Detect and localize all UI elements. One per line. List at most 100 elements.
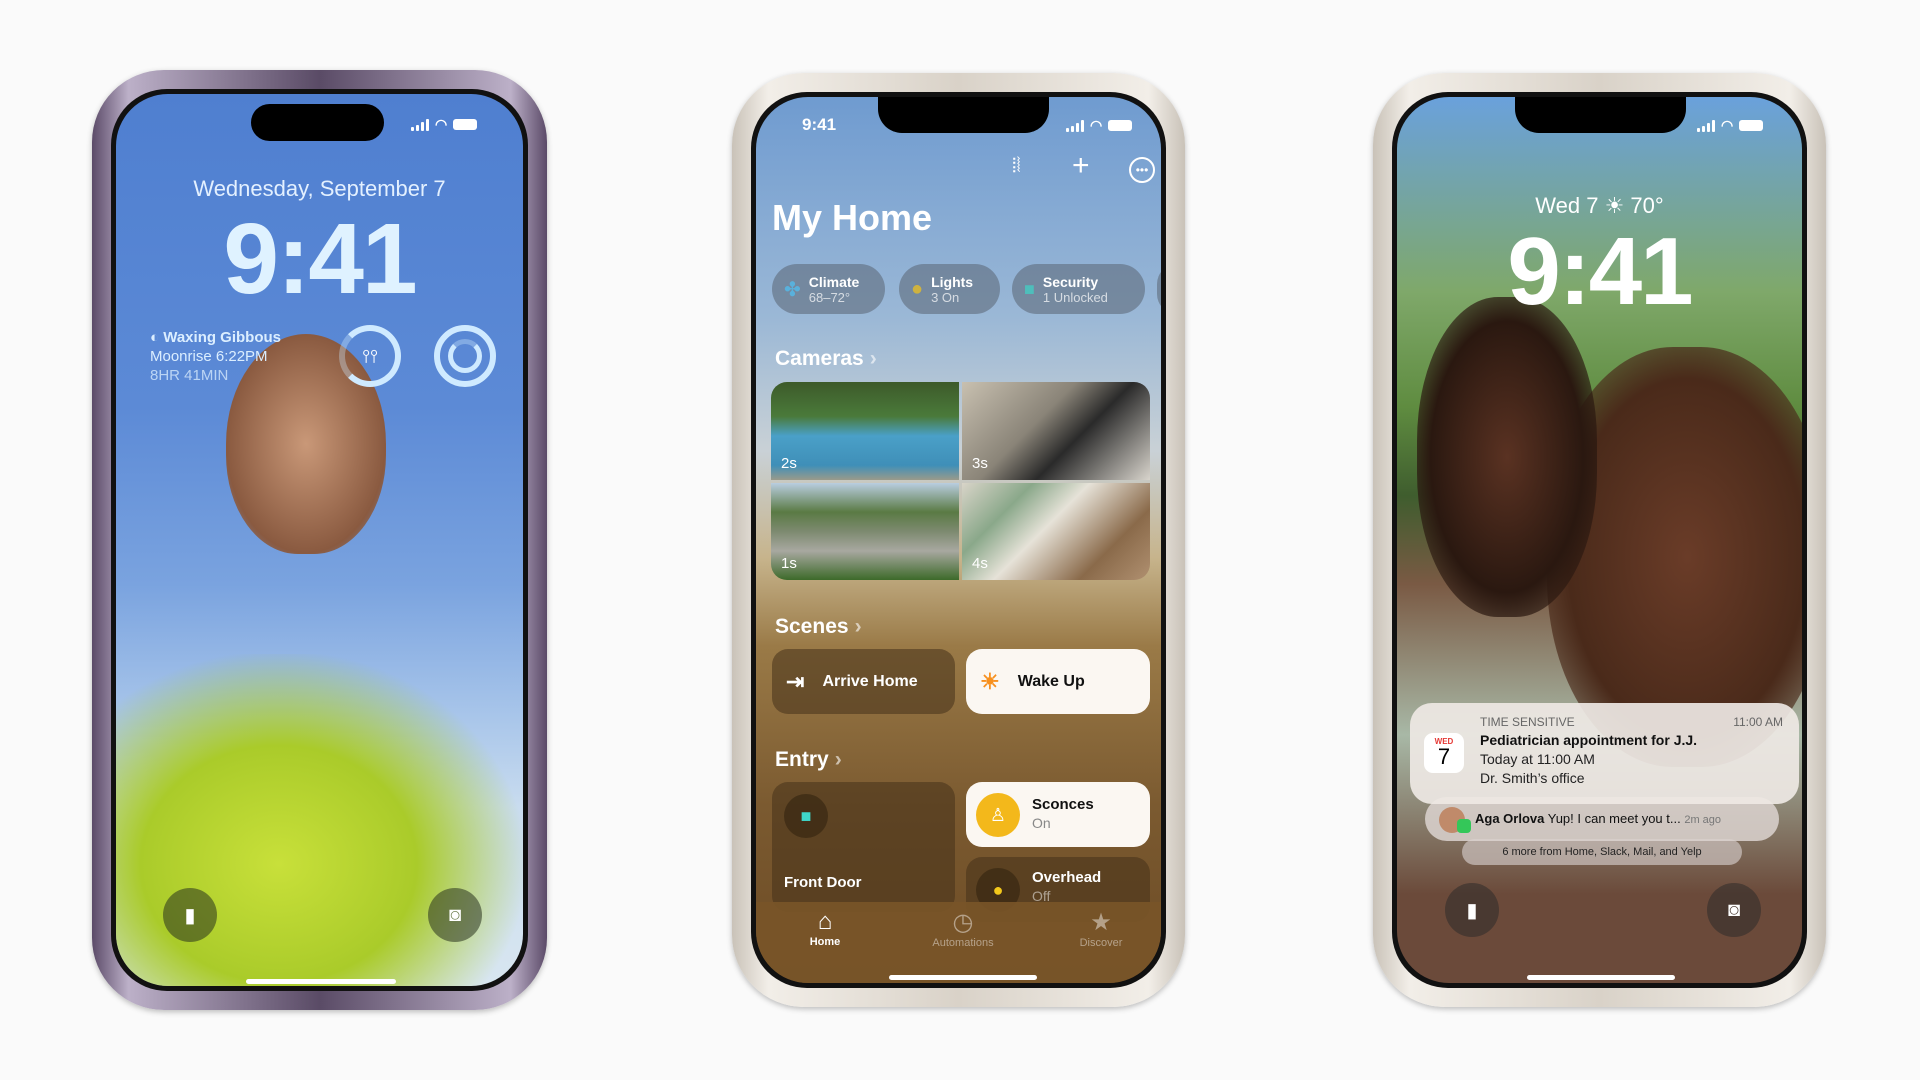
notification-line: Today at 11:00 AM — [1480, 751, 1595, 767]
moon-icon: ◐ — [150, 329, 164, 346]
chip-more[interactable] — [1157, 264, 1161, 314]
sconces-tile[interactable]: ♙ Sconces On — [966, 782, 1150, 847]
message-age: 2m ago — [1684, 814, 1722, 826]
lock-date-weather: Wed 7 ☀ 70° — [1535, 193, 1664, 218]
message-preview: Yup! I can meet you t... — [1547, 811, 1681, 826]
ceiling-light-icon: ♙ — [976, 793, 1020, 837]
signal-icon — [411, 118, 429, 131]
dynamic-island — [251, 104, 384, 141]
plus-icon: + — [1072, 149, 1090, 182]
accessory-label: Overhead — [1032, 869, 1102, 886]
scene-label: Wake Up — [1017, 672, 1085, 690]
home-indicator[interactable] — [889, 975, 1037, 980]
camera-feed-driveway[interactable]: 1s — [771, 483, 959, 580]
camera-button[interactable]: ◙ — [1707, 883, 1761, 937]
activity-ring-icon — [448, 339, 482, 373]
flashlight-button[interactable]: ▮ — [163, 888, 217, 942]
flashlight-icon: ▮ — [1466, 899, 1478, 922]
notification-line: Dr. Smith’s office — [1480, 770, 1585, 786]
camera-feed-pool[interactable]: 2s — [771, 382, 959, 480]
notification-title: Pediatrician appointment for J.J. — [1480, 732, 1698, 748]
more-notifications: 6 more from Home, Slack, Mail, and Yelp — [1502, 846, 1702, 858]
tab-discover[interactable]: ★ Discover — [1056, 908, 1146, 949]
signal-icon — [1066, 119, 1084, 132]
scene-arrive-home[interactable]: ⇥ Arrive Home — [772, 649, 955, 714]
section-title: Cameras — [775, 347, 864, 370]
lock-date: Wednesday, September 7 — [193, 176, 446, 201]
scene-label: Arrive Home — [822, 672, 918, 690]
calendar-notification[interactable]: WED 7 TIME SENSITIVE 11:00 AM Pediatricia… — [1410, 703, 1799, 804]
chip-label: Security — [1042, 273, 1099, 290]
add-button[interactable]: + — [1072, 149, 1090, 183]
flashlight-button[interactable]: ▮ — [1445, 883, 1499, 937]
camera-icon: ◙ — [448, 903, 462, 926]
battery-icon — [1739, 120, 1764, 131]
notch — [878, 97, 1049, 133]
entry-header[interactable]: Entry › — [775, 748, 842, 772]
iphone-right: ◠ Wed 7 ☀ 70° 9:41 6 more from Home, Sla… — [1373, 73, 1826, 1007]
moon-widget[interactable]: ◐ Waxing Gibbous Moonrise 6:22PM 8HR 41M… — [150, 328, 281, 385]
fan-icon: ✤ — [784, 278, 801, 301]
section-title: Entry — [775, 748, 829, 771]
tab-label: Automations — [932, 937, 994, 949]
scene-wake-up[interactable]: ☀ Wake Up — [966, 649, 1150, 714]
accessory-label: Sconces — [1032, 796, 1094, 813]
flashlight-icon: ▮ — [184, 904, 196, 927]
status-icons: ◠ — [411, 116, 478, 133]
notification-stack-more[interactable]: 6 more from Home, Slack, Mail, and Yelp — [1462, 839, 1742, 865]
airpods-battery-widget[interactable]: ⫯⫯ — [339, 325, 401, 387]
chip-value: 68–72° — [808, 289, 851, 305]
ellipsis-icon: ••• — [1135, 163, 1149, 177]
status-time: 9:41 — [802, 115, 837, 134]
intercom-button[interactable]: ⦙⦚ — [1012, 155, 1021, 178]
chip-value: 1 Unlocked — [1042, 289, 1108, 305]
camera-button[interactable]: ◙ — [428, 888, 482, 942]
lightbulb-icon: ● — [911, 277, 924, 300]
cameras-header[interactable]: Cameras › — [775, 347, 877, 371]
front-door-tile[interactable]: ■ Front Door — [772, 782, 955, 912]
lock-icon: ■ — [784, 794, 828, 838]
camera-grid: 2s 3s 1s 4s — [771, 382, 1150, 580]
tab-automations[interactable]: ◷ Automations — [918, 908, 1008, 949]
battery-icon — [1108, 120, 1133, 131]
chip-climate[interactable]: ✤ Climate 68–72° — [772, 264, 885, 314]
home-indicator[interactable] — [246, 979, 396, 984]
tab-label: Discover — [1079, 937, 1123, 949]
battery-icon — [453, 119, 478, 130]
accessory-label: Front Door — [784, 874, 862, 891]
message-sender: Aga Orlova — [1475, 811, 1545, 826]
signal-icon — [1697, 119, 1715, 132]
clock-icon: ◷ — [952, 909, 974, 936]
waveform-icon: ⦙⦚ — [1012, 155, 1021, 177]
lock-screen-left: ◠ Wednesday, September 7 9:41 ◐ Waxing G… — [116, 94, 523, 986]
lock-screen-right: ◠ Wed 7 ☀ 70° 9:41 6 more from Home, Sla… — [1397, 97, 1802, 983]
home-app-screen: 9:41 ◠ ⦙⦚ + ••• My Home ✤ Climate 68–72° ●… — [756, 97, 1161, 983]
scenes-header[interactable]: Scenes › — [775, 615, 862, 639]
wifi-icon: ◠ — [435, 116, 448, 132]
home-indicator[interactable] — [1527, 975, 1675, 980]
more-button[interactable]: ••• — [1129, 157, 1155, 183]
chevron-right-icon: › — [869, 347, 877, 370]
walking-person-icon: ⇥ — [786, 668, 805, 694]
wifi-icon: ◠ — [1090, 117, 1103, 133]
moon-duration: 8HR 41MIN — [150, 367, 229, 384]
feed-age: 2s — [781, 455, 797, 472]
messages-icon — [1457, 819, 1471, 833]
tab-label: Home — [809, 936, 841, 948]
chevron-right-icon: › — [834, 748, 842, 771]
tab-home[interactable]: ⌂ Home — [780, 908, 870, 948]
status-icons: ◠ — [1066, 117, 1133, 134]
camera-feed-living-room[interactable]: 4s — [962, 483, 1150, 580]
lock-icon: ■ — [1024, 278, 1035, 299]
wifi-icon: ◠ — [1721, 117, 1734, 133]
feed-age: 4s — [972, 555, 988, 572]
chip-lights[interactable]: ● Lights 3 On — [899, 264, 1000, 314]
iphone-center: 9:41 ◠ ⦙⦚ + ••• My Home ✤ Climate 68–72° ●… — [732, 73, 1185, 1007]
notch — [1515, 97, 1686, 133]
house-icon: ⌂ — [817, 908, 833, 935]
chevron-right-icon: › — [854, 615, 862, 638]
activity-rings-widget[interactable] — [434, 325, 496, 387]
moonrise: Moonrise 6:22PM — [150, 348, 268, 365]
chip-security[interactable]: ■ Security 1 Unlocked — [1012, 264, 1145, 314]
camera-feed-office[interactable]: 3s — [962, 382, 1150, 480]
